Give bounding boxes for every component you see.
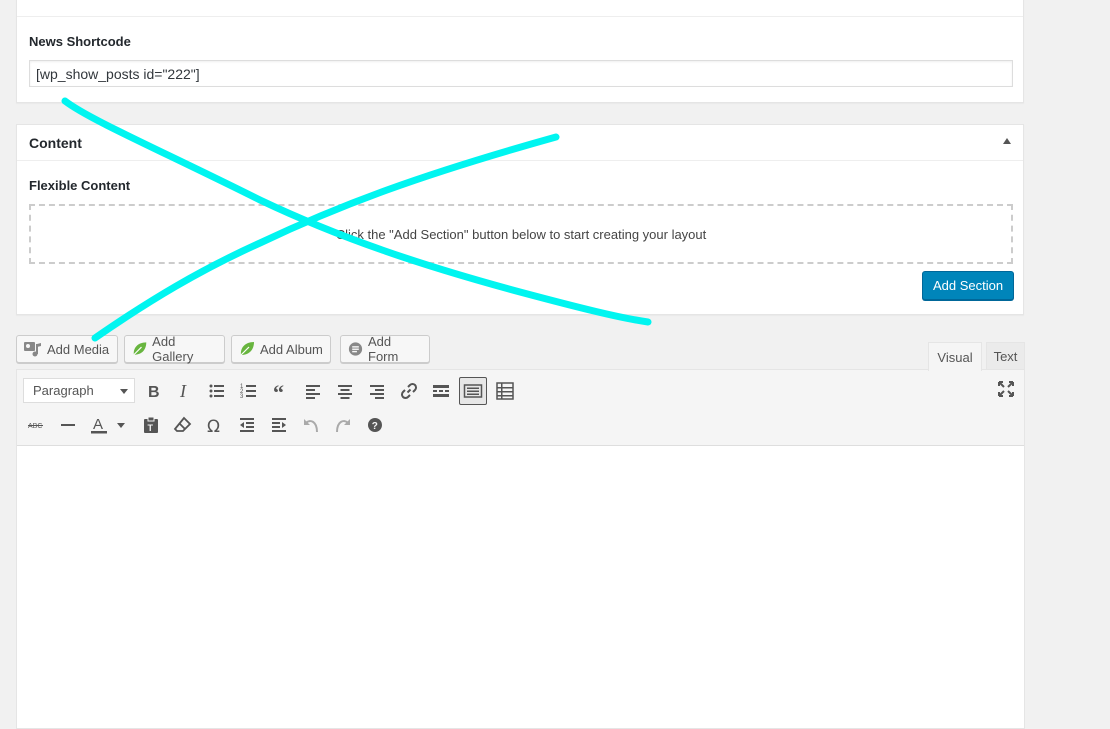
svg-text:?: ? <box>372 421 378 432</box>
content-panel-title: Content <box>29 135 82 151</box>
tab-visual[interactable]: Visual <box>928 342 982 371</box>
strikethrough-icon: ABC <box>28 423 43 430</box>
svg-text:“: “ <box>273 381 284 401</box>
editor-toolbar: Paragraph B I 1 2 3 “ ABC A T Ω ? <box>17 370 1024 446</box>
collapse-arrow-icon[interactable] <box>1003 138 1011 144</box>
add-section-button[interactable]: Add Section <box>922 271 1015 300</box>
add-media-button[interactable]: Add Media <box>16 335 118 363</box>
align-left-icon <box>306 385 320 399</box>
bullet-list-button[interactable] <box>203 377 231 405</box>
bold-icon: B <box>148 384 160 401</box>
text-color-button[interactable]: A <box>87 411 127 439</box>
help-button[interactable]: ? <box>361 411 389 439</box>
svg-text:Ω: Ω <box>207 417 220 435</box>
leaf-icon <box>240 342 254 356</box>
add-media-label: Add Media <box>47 341 110 357</box>
blockquote-button[interactable]: “ <box>267 377 295 405</box>
align-center-button[interactable] <box>331 377 359 405</box>
align-left-button[interactable] <box>299 377 327 405</box>
add-gallery-button[interactable]: Add Gallery <box>124 334 225 364</box>
align-right-icon <box>370 385 384 399</box>
special-character-icon: Ω <box>207 417 220 435</box>
paste-text-icon: T <box>144 416 158 433</box>
add-album-label: Add Album <box>260 341 323 357</box>
fullscreen-button[interactable] <box>992 375 1020 403</box>
svg-text:I: I <box>179 381 187 401</box>
tab-text[interactable]: Text <box>986 342 1025 370</box>
toolbar-toggle-icon <box>496 382 514 400</box>
svg-text:T: T <box>148 423 154 433</box>
svg-text:ABC: ABC <box>28 423 42 430</box>
bold-button[interactable]: B <box>139 377 167 405</box>
news-shortcode-input[interactable] <box>29 60 1013 87</box>
numbered-list-icon: 1 2 3 <box>240 384 256 400</box>
bullet-list-icon <box>209 384 224 398</box>
align-center-icon <box>338 385 352 399</box>
indent-button[interactable] <box>265 411 293 439</box>
align-right-button[interactable] <box>363 377 391 405</box>
panel-divider <box>17 16 1023 17</box>
undo-button[interactable] <box>297 411 325 439</box>
format-select[interactable]: Paragraph <box>23 378 135 403</box>
add-form-button[interactable]: Add Form <box>340 334 430 364</box>
outdent-icon <box>240 418 254 432</box>
add-form-label: Add Form <box>368 334 399 364</box>
svg-text:3: 3 <box>240 394 244 400</box>
form-icon <box>348 342 363 356</box>
news-shortcode-label: News Shortcode <box>29 34 131 49</box>
strikethrough-button[interactable]: ABC <box>22 411 50 439</box>
clear-formatting-icon <box>173 416 192 432</box>
flexible-content-dropzone: Click the "Add Section" button below to … <box>29 204 1013 264</box>
link-icon <box>400 382 418 400</box>
keyboard-icon <box>463 384 483 398</box>
text-color-icon: A <box>91 416 125 434</box>
read-more-icon <box>433 385 449 397</box>
svg-text:A: A <box>93 416 103 433</box>
leaf-icon <box>133 342 147 356</box>
svg-text:B: B <box>148 384 160 401</box>
horizontal-line-button[interactable] <box>54 411 82 439</box>
italic-button[interactable]: I <box>170 377 198 405</box>
fullscreen-icon <box>998 381 1014 397</box>
keyboard-toggle-button[interactable] <box>459 377 487 405</box>
redo-icon <box>336 419 350 433</box>
special-character-button[interactable]: Ω <box>201 411 229 439</box>
flexible-content-label: Flexible Content <box>29 178 131 193</box>
italic-icon: I <box>179 381 187 401</box>
add-album-button[interactable]: Add Album <box>231 335 331 363</box>
blockquote-icon: “ <box>273 381 284 401</box>
media-icon <box>24 342 41 357</box>
chevron-down-icon <box>120 389 128 394</box>
editor-area: Paragraph B I 1 2 3 “ ABC A T Ω ? <box>16 369 1025 729</box>
link-button[interactable] <box>395 377 423 405</box>
read-more-button[interactable] <box>427 377 455 405</box>
help-icon: ? <box>368 418 382 432</box>
horizontal-line-icon <box>61 424 75 426</box>
paste-text-button[interactable]: T <box>137 411 165 439</box>
format-select-value: Paragraph <box>33 383 94 398</box>
toolbar-toggle-button[interactable] <box>491 377 519 405</box>
numbered-list-button[interactable]: 1 2 3 <box>235 377 263 405</box>
content-panel-header[interactable]: Content <box>17 125 1023 161</box>
news-shortcode-panel: News Shortcode <box>16 0 1024 103</box>
content-panel: Content Flexible Content Click the "Add … <box>16 124 1024 315</box>
redo-button[interactable] <box>329 411 357 439</box>
empty-layout-message: Click the "Add Section" button below to … <box>335 226 707 242</box>
add-gallery-label: Add Gallery <box>152 334 194 364</box>
undo-icon <box>304 419 318 433</box>
indent-icon <box>272 418 286 432</box>
outdent-button[interactable] <box>233 411 261 439</box>
clear-formatting-button[interactable] <box>169 411 197 439</box>
